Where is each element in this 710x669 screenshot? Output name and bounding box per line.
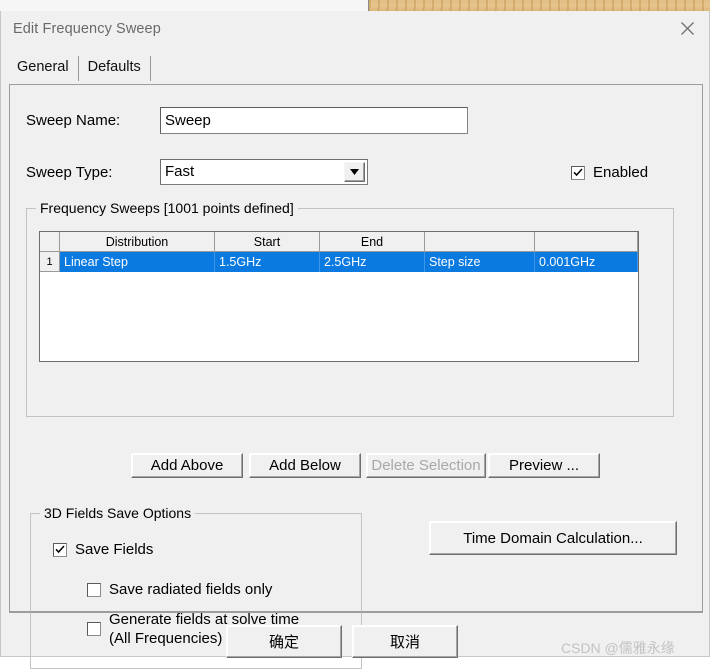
table-header-rownum[interactable] xyxy=(40,232,60,252)
save-radiated-fields-label: Save radiated fields only xyxy=(109,581,273,598)
add-above-button[interactable]: Add Above xyxy=(131,453,243,478)
watermark: CSDN @儒雅永缘 xyxy=(561,640,675,656)
table-cell-start[interactable]: 1.5GHz xyxy=(215,252,320,272)
tab-general[interactable]: General xyxy=(11,56,79,81)
enabled-checkbox[interactable]: Enabled xyxy=(571,163,648,182)
sweep-type-dropdown[interactable]: Fast xyxy=(160,159,368,185)
table-cell-extra-label[interactable]: Step size xyxy=(425,252,535,272)
preview-button[interactable]: Preview ... xyxy=(488,453,600,478)
table-header-row: Distribution Start End xyxy=(40,232,638,252)
sweep-name-input[interactable]: Sweep xyxy=(160,107,468,134)
table-header-start[interactable]: Start xyxy=(215,232,320,252)
table-cell-rownum: 1 xyxy=(40,252,60,272)
edit-frequency-sweep-dialog: Edit Frequency Sweep General Defaults Sw… xyxy=(0,11,710,669)
enabled-label: Enabled xyxy=(593,164,649,181)
dialog-title: Edit Frequency Sweep xyxy=(13,21,161,37)
close-button[interactable] xyxy=(665,11,709,45)
table-cell-end[interactable]: 2.5GHz xyxy=(320,252,425,272)
table-header-extra-value[interactable] xyxy=(535,232,638,252)
frequency-sweeps-group-title: Frequency Sweeps [1001 points defined] xyxy=(36,200,298,216)
chevron-down-icon[interactable] xyxy=(344,162,365,182)
checkbox-box-generate-fields[interactable] xyxy=(87,622,101,636)
save-fields-checkbox[interactable]: Save Fields xyxy=(53,540,153,559)
table-header-extra-label[interactable] xyxy=(425,232,535,252)
table-cell-extra-value[interactable]: 0.001GHz xyxy=(535,252,638,272)
sweep-type-value: Fast xyxy=(165,163,195,180)
table-header-distribution[interactable]: Distribution xyxy=(60,232,215,252)
close-icon xyxy=(680,21,695,36)
table-row[interactable]: 1 Linear Step 1.5GHz 2.5GHz Step size 0.… xyxy=(40,252,638,272)
save-radiated-fields-checkbox[interactable]: Save radiated fields only xyxy=(87,580,272,599)
delete-selection-button: Delete Selection xyxy=(366,453,486,478)
tab-bar: General Defaults xyxy=(11,55,151,81)
ok-button[interactable]: 确定 xyxy=(226,625,342,658)
tab-defaults[interactable]: Defaults xyxy=(79,56,151,81)
dialog-titlebar: Edit Frequency Sweep xyxy=(1,11,709,49)
time-domain-calculation-button[interactable]: Time Domain Calculation... xyxy=(429,521,677,555)
save-fields-label: Save Fields xyxy=(75,541,154,558)
footer-divider xyxy=(9,612,703,613)
checkbox-box-save-fields[interactable] xyxy=(53,542,67,557)
tab-panel-general: Sweep Name: Sweep Enabled Sweep Type: Fa… xyxy=(9,84,703,669)
add-below-button[interactable]: Add Below xyxy=(249,453,361,478)
checkbox-box-enabled[interactable] xyxy=(571,165,585,180)
fields-save-options-group-title: 3D Fields Save Options xyxy=(40,505,196,521)
frequency-sweeps-group: Frequency Sweeps [1001 points defined] D… xyxy=(26,200,674,417)
checkbox-box-save-radiated[interactable] xyxy=(87,582,101,597)
sweep-name-label: Sweep Name: xyxy=(26,112,121,129)
sweep-type-label: Sweep Type: xyxy=(26,164,113,181)
cancel-button[interactable]: 取消 xyxy=(352,625,458,658)
background-toolbar-wood xyxy=(368,0,710,11)
table-header-end[interactable]: End xyxy=(320,232,425,252)
table-cell-distribution[interactable]: Linear Step xyxy=(60,252,215,272)
frequency-sweeps-table[interactable]: Distribution Start End 1 Linear Step 1.5… xyxy=(39,231,639,362)
